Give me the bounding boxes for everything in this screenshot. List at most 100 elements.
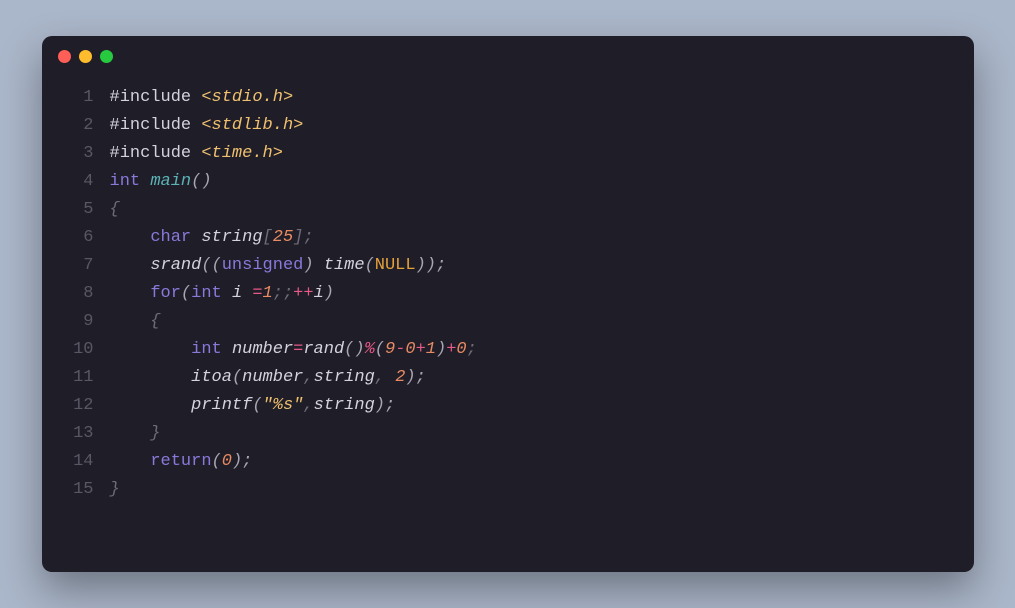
- code-token: ): [436, 340, 446, 359]
- code-line[interactable]: 11 itoa(number,string, 2);: [42, 364, 974, 392]
- code-content[interactable]: printf("%s",string);: [110, 392, 396, 420]
- code-window: 1#include <stdio.h>2#include <stdlib.h>3…: [42, 36, 974, 572]
- code-line[interactable]: 12 printf("%s",string);: [42, 392, 974, 420]
- line-number: 15: [42, 476, 110, 504]
- code-token: number: [232, 340, 293, 359]
- zoom-icon[interactable]: [100, 50, 113, 63]
- line-number: 2: [42, 112, 110, 140]
- code-token: string: [201, 228, 262, 247]
- code-token: int: [191, 340, 222, 359]
- code-token: #include: [110, 116, 202, 135]
- code-token: #include: [110, 144, 202, 163]
- code-token: ;: [467, 340, 477, 359]
- code-editor[interactable]: 1#include <stdio.h>2#include <stdlib.h>3…: [42, 76, 974, 504]
- code-token: string: [314, 396, 375, 415]
- code-token: [110, 368, 192, 387]
- line-number: 4: [42, 168, 110, 196]
- code-content[interactable]: itoa(number,string, 2);: [110, 364, 426, 392]
- code-token: ;;: [273, 284, 293, 303]
- line-number: 1: [42, 84, 110, 112]
- code-line[interactable]: 6 char string[25];: [42, 224, 974, 252]
- code-token: int: [110, 172, 141, 191]
- code-token: char: [150, 228, 191, 247]
- window-titlebar: [42, 36, 974, 76]
- code-line[interactable]: 7 srand((unsigned) time(NULL));: [42, 252, 974, 280]
- code-line[interactable]: 5{: [42, 196, 974, 224]
- code-line[interactable]: 9 {: [42, 308, 974, 336]
- code-token: i: [232, 284, 242, 303]
- code-token: string: [314, 368, 375, 387]
- code-token: [140, 172, 150, 191]
- code-token: ];: [293, 228, 313, 247]
- code-content[interactable]: int main(): [110, 168, 212, 196]
- code-token: (: [365, 256, 375, 275]
- code-content[interactable]: #include <stdlib.h>: [110, 112, 304, 140]
- code-line[interactable]: 14 return(0);: [42, 448, 974, 476]
- code-content[interactable]: }: [110, 476, 120, 504]
- code-token: -: [395, 340, 405, 359]
- line-number: 13: [42, 420, 110, 448]
- code-content[interactable]: srand((unsigned) time(NULL));: [110, 252, 447, 280]
- code-token: int: [191, 284, 222, 303]
- code-token: unsigned: [222, 256, 304, 275]
- code-token: rand: [303, 340, 344, 359]
- code-token: 9: [385, 340, 395, 359]
- code-line[interactable]: 13 }: [42, 420, 974, 448]
- code-token: ,: [375, 368, 395, 387]
- code-token: number: [242, 368, 303, 387]
- code-line[interactable]: 3#include <time.h>: [42, 140, 974, 168]
- code-content[interactable]: char string[25];: [110, 224, 314, 252]
- code-token: +: [446, 340, 456, 359]
- line-number: 12: [42, 392, 110, 420]
- code-line[interactable]: 8 for(int i =1;;++i): [42, 280, 974, 308]
- code-token: (: [232, 368, 242, 387]
- line-number: 9: [42, 308, 110, 336]
- code-token: "%s": [263, 396, 304, 415]
- code-content[interactable]: for(int i =1;;++i): [110, 280, 334, 308]
- code-token: }: [110, 424, 161, 443]
- code-token: [110, 396, 192, 415]
- code-token: 25: [273, 228, 293, 247]
- code-token: =: [293, 340, 303, 359]
- code-token: ): [303, 256, 323, 275]
- code-token: [110, 256, 151, 275]
- code-token: );: [405, 368, 425, 387]
- code-token: for: [150, 284, 181, 303]
- code-token: );: [375, 396, 395, 415]
- code-content[interactable]: }: [110, 420, 161, 448]
- code-token: [: [263, 228, 273, 247]
- code-line[interactable]: 10 int number=rand()%(9-0+1)+0;: [42, 336, 974, 364]
- code-token: [191, 228, 201, 247]
- code-token: 1: [426, 340, 436, 359]
- code-content[interactable]: int number=rand()%(9-0+1)+0;: [110, 336, 477, 364]
- line-number: 3: [42, 140, 110, 168]
- code-token: time: [324, 256, 365, 275]
- line-number: 7: [42, 252, 110, 280]
- line-number: 14: [42, 448, 110, 476]
- code-content[interactable]: {: [110, 196, 120, 224]
- code-content[interactable]: return(0);: [110, 448, 253, 476]
- code-token: [110, 228, 151, 247]
- code-token: (): [344, 340, 364, 359]
- code-token: [110, 340, 192, 359]
- code-token: 0: [405, 340, 415, 359]
- code-line[interactable]: 1#include <stdio.h>: [42, 84, 974, 112]
- code-token: (: [212, 452, 222, 471]
- code-content[interactable]: {: [110, 308, 161, 336]
- code-token: ++: [293, 284, 313, 303]
- code-line[interactable]: 15}: [42, 476, 974, 504]
- code-token: ,: [303, 396, 313, 415]
- code-token: <stdlib.h>: [201, 116, 303, 135]
- code-line[interactable]: 4int main(): [42, 168, 974, 196]
- code-content[interactable]: #include <stdio.h>: [110, 84, 294, 112]
- minimize-icon[interactable]: [79, 50, 92, 63]
- code-token: return: [150, 452, 211, 471]
- code-content[interactable]: #include <time.h>: [110, 140, 283, 168]
- code-token: ));: [416, 256, 447, 275]
- code-token: printf: [191, 396, 252, 415]
- code-token: itoa: [191, 368, 232, 387]
- code-token: [242, 284, 252, 303]
- code-line[interactable]: 2#include <stdlib.h>: [42, 112, 974, 140]
- close-icon[interactable]: [58, 50, 71, 63]
- code-token: {: [110, 200, 120, 219]
